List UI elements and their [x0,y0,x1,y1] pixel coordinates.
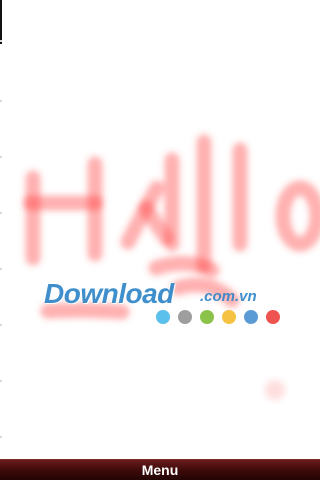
bottom-menu-bar[interactable]: Menu [0,459,320,480]
menu-button-label[interactable]: Menu [142,462,179,478]
watermark-dot [244,310,258,324]
stroke-l-top [148,256,220,278]
watermark-dot [222,310,236,324]
drawing-canvas[interactable]: Download .com.vn [0,0,320,460]
watermark-dot [156,310,170,324]
stroke-e-diag-right [138,200,174,246]
watermark-dot [266,310,280,324]
download-watermark: Download .com.vn [44,278,294,328]
stray-dot [265,380,285,400]
handwriting-strokes [22,134,320,400]
watermark-dot [178,310,192,324]
watermark-dots [156,310,280,324]
watermark-word: Download [44,278,174,309]
watermark-domain: .com.vn [200,288,257,305]
watermark-dot [200,310,214,324]
stroke-o-circle [275,180,320,252]
